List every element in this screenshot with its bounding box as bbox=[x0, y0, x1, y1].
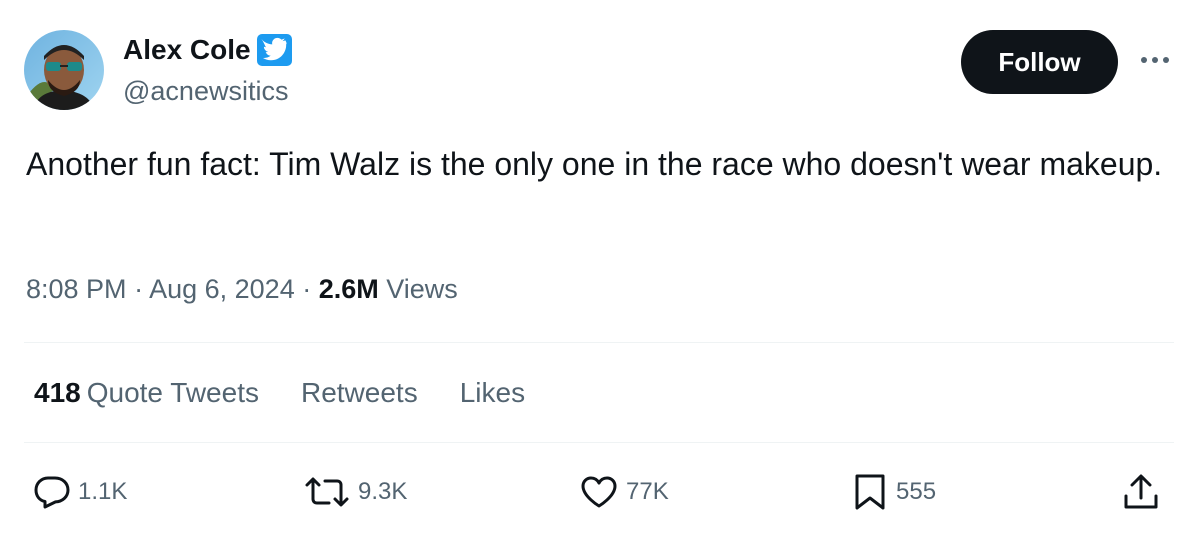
tweet-meta: 8:08 PM · Aug 6, 2024 · 2.6M Views bbox=[26, 271, 458, 307]
divider bbox=[24, 342, 1174, 343]
bookmark-icon bbox=[855, 474, 885, 510]
meta-separator: · bbox=[294, 274, 319, 304]
share-button[interactable] bbox=[1122, 470, 1160, 514]
avatar-image bbox=[24, 30, 104, 110]
bookmark-count: 555 bbox=[896, 478, 937, 505]
follow-button[interactable]: Follow bbox=[961, 30, 1118, 94]
retweet-icon bbox=[305, 477, 349, 507]
more-icon[interactable] bbox=[1138, 50, 1172, 70]
retweets-link[interactable]: Retweets bbox=[301, 375, 418, 411]
display-name[interactable]: Alex Cole bbox=[123, 33, 292, 67]
reply-count: 1.1K bbox=[78, 478, 128, 505]
tweet-stats: 418 Quote Tweets Retweets Likes bbox=[34, 375, 567, 411]
verified-badge-icon bbox=[256, 34, 292, 66]
views-label: Views bbox=[378, 274, 458, 304]
like-button[interactable]: 77K bbox=[580, 470, 669, 514]
avatar[interactable] bbox=[24, 30, 104, 110]
reply-button[interactable]: 1.1K bbox=[34, 470, 127, 514]
share-icon bbox=[1124, 474, 1158, 509]
quote-tweets-label: Quote Tweets bbox=[86, 377, 259, 408]
quote-tweets-count: 418 bbox=[34, 377, 81, 408]
likes-link[interactable]: Likes bbox=[460, 375, 525, 411]
like-count: 77K bbox=[626, 478, 669, 505]
quote-tweets-link[interactable]: 418 Quote Tweets bbox=[34, 375, 259, 411]
retweet-button[interactable]: 9.3K bbox=[304, 470, 407, 514]
tweet-text: Another fun fact: Tim Walz is the only o… bbox=[26, 146, 1163, 182]
tweet-time[interactable]: 8:08 PM bbox=[26, 274, 127, 304]
retweet-count: 9.3K bbox=[358, 478, 408, 505]
tweet-date[interactable]: Aug 6, 2024 bbox=[149, 274, 295, 304]
user-handle[interactable]: @acnewsitics bbox=[123, 74, 288, 108]
meta-separator: · bbox=[126, 274, 150, 304]
divider bbox=[24, 442, 1174, 443]
reply-icon bbox=[34, 476, 70, 509]
views-count: 2.6M bbox=[318, 274, 379, 304]
display-name-text: Alex Cole bbox=[123, 34, 251, 65]
bookmark-button[interactable]: 555 bbox=[852, 470, 936, 514]
heart-icon bbox=[581, 476, 617, 508]
